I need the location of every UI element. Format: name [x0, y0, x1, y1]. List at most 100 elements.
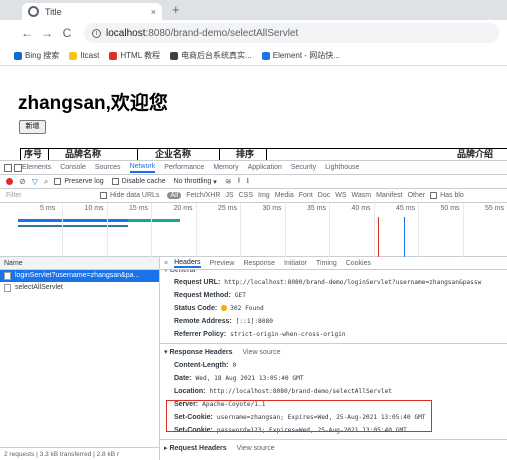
filter-type-img[interactable]: Img	[258, 192, 270, 199]
bookmark-label: Bing 搜索	[25, 51, 60, 60]
filter-type-media[interactable]: Media	[275, 192, 294, 199]
site-info-icon[interactable]: i	[92, 28, 101, 38]
close-tab-icon[interactable]: ×	[151, 7, 156, 17]
detail-tab-timing[interactable]: Timing	[316, 260, 337, 267]
search-icon[interactable]: ⌕	[44, 177, 48, 187]
forward-button[interactable]: →	[38, 26, 56, 40]
filter-type-manifest[interactable]: Manifest	[376, 192, 402, 199]
header-value: http://localhost:8080/brand-demo/selectA…	[209, 388, 393, 395]
document-icon	[4, 284, 11, 292]
checkbox-icon	[111, 178, 119, 185]
request-name: selectAllServlet	[15, 284, 63, 291]
disable-cache-label: Disable cache	[121, 178, 166, 185]
close-detail-icon[interactable]: ×	[164, 260, 168, 267]
timeline-tick-label: 50 ms	[440, 205, 460, 212]
set-cookie-highlight	[166, 400, 432, 432]
record-icon[interactable]	[6, 178, 13, 185]
devtools-tab-security[interactable]: Security	[291, 164, 316, 171]
preserve-log-checkbox[interactable]: Preserve log	[54, 178, 104, 185]
disable-cache-checkbox[interactable]: Disable cache	[111, 178, 166, 185]
header-row: Date: Wed, 18 Aug 2021 13:05:40 GMT	[160, 372, 507, 385]
filter-type-ws[interactable]: WS	[335, 192, 346, 199]
filter-type-wasm[interactable]: Wasm	[352, 192, 372, 199]
section-divider	[160, 439, 507, 440]
clear-icon[interactable]: ⊘	[19, 177, 26, 186]
devtools-tab-application[interactable]: Application	[248, 164, 282, 171]
request-row-login[interactable]: loginServlet?username=zhangsan&pa...	[0, 270, 159, 282]
detail-tab-headers[interactable]: Headers	[174, 259, 201, 268]
has-blocked-checkbox[interactable]: Has blo	[430, 192, 464, 199]
detail-tab-cookies[interactable]: Cookies	[346, 260, 371, 267]
devtools-tab-performance[interactable]: Performance	[164, 164, 204, 171]
filter-icon[interactable]: ▽	[32, 177, 38, 186]
devtools-tab-network[interactable]: Network	[129, 163, 156, 173]
view-source-link[interactable]: View source	[243, 349, 281, 356]
timeline-tick-label: 35 ms	[307, 205, 327, 212]
timeline-tick-label: 55 ms	[485, 205, 505, 212]
detail-tab-response[interactable]: Response	[243, 260, 275, 267]
detail-tab-initiator[interactable]: Initiator	[284, 260, 307, 267]
timeline-bar	[18, 219, 128, 222]
header-row: Remote Address: [::1]:8080	[160, 315, 507, 328]
header-value: [::1]:8080	[235, 318, 273, 325]
header-key: Request Method:	[174, 292, 231, 299]
throttling-select[interactable]: No throttling ▾	[174, 178, 217, 186]
checkbox-icon	[54, 178, 62, 185]
bookmark-label: 电商后台系统真实...	[181, 51, 252, 60]
response-headers-label: ▾ Response Headers	[164, 349, 233, 356]
request-row-selectall[interactable]: selectAllServlet	[0, 282, 159, 294]
inspect-element-icon[interactable]	[4, 164, 12, 172]
request-headers-section[interactable]: ▸ Request Headers View source	[160, 442, 507, 455]
bookmark-item[interactable]: Itcast	[69, 51, 99, 60]
filter-type-all[interactable]: All	[167, 192, 182, 199]
timeline-gridline	[462, 203, 464, 257]
filter-type-css[interactable]: CSS	[239, 192, 253, 199]
timeline-gridline	[284, 203, 286, 257]
bookmark-item[interactable]: HTML 教程	[109, 50, 160, 61]
filter-input[interactable]: Filter	[6, 192, 100, 199]
filter-type-other[interactable]: Other	[408, 192, 426, 199]
detail-tab-preview[interactable]: Preview	[210, 260, 235, 267]
import-icon[interactable]: ⭱	[238, 175, 241, 189]
export-icon[interactable]: ⭳	[246, 175, 249, 189]
back-button[interactable]: ←	[18, 26, 36, 40]
url-path: :8080/brand-demo/selectAllServlet	[145, 27, 299, 39]
bookmark-item[interactable]: 电商后台系统真实...	[170, 50, 252, 61]
browser-tab[interactable]: Title ×	[22, 3, 162, 20]
devtools-tab-elements[interactable]: Elements	[22, 164, 51, 171]
header-row: Request URL: http://localhost:8080/brand-…	[160, 276, 507, 289]
address-bar[interactable]: i localhost:8080/brand-demo/selectAllSer…	[84, 23, 499, 43]
filter-type-fetch-xhr[interactable]: Fetch/XHR	[186, 192, 220, 199]
devtools-tab-sources[interactable]: Sources	[95, 164, 121, 171]
name-column-header[interactable]: Name	[0, 257, 159, 270]
timeline-gridline	[418, 203, 419, 257]
hide-data-urls-checkbox[interactable]: Hide data URLs	[100, 192, 159, 199]
throttling-label: No throttling	[173, 178, 212, 185]
hide-data-urls-label: Hide data URLs	[110, 192, 160, 199]
devtools-tab-memory[interactable]: Memory	[213, 164, 238, 171]
devtools-tab-console[interactable]: Console	[60, 164, 86, 171]
timeline-tick-label: 15 ms	[129, 205, 149, 212]
bookmark-item[interactable]: Element - 网站快...	[261, 50, 340, 61]
devtools-tab-lighthouse[interactable]: Lighthouse	[325, 164, 359, 171]
new-tab-button[interactable]: +	[172, 2, 180, 17]
timeline-bar	[128, 219, 180, 222]
bookmark-item[interactable]: Bing 搜索	[14, 50, 59, 61]
network-summary: 2 requests | 3.3 kB transferred | 2.8 kB…	[0, 447, 160, 460]
network-toolbar: ⊘ ▽ ⌕ Preserve log Disable cache No thro…	[0, 175, 507, 189]
device-toolbar-icon[interactable]	[14, 164, 22, 172]
network-timeline: 5 ms 10 ms 15 ms 20 ms 25 ms 30 ms 35 ms 40 ms 4…	[0, 203, 507, 257]
filter-type-font[interactable]: Font	[299, 192, 313, 199]
response-headers-section[interactable]: ▾ Response Headers View source	[160, 346, 507, 359]
filter-type-js[interactable]: JS	[225, 192, 233, 199]
header-key: Remote Address:	[174, 318, 232, 325]
header-key: Date:	[174, 375, 192, 382]
reload-button[interactable]: C	[58, 26, 76, 40]
header-row: Request Method: GET	[160, 289, 507, 302]
header-value: 302 Found	[230, 305, 264, 312]
filter-type-doc[interactable]: Doc	[318, 192, 330, 199]
header-value: Wed, 18 Aug 2021 13:05:40 GMT	[195, 375, 304, 382]
network-conditions-icon[interactable]: ≋	[225, 177, 232, 186]
view-source-link[interactable]: View source	[237, 445, 275, 452]
add-button[interactable]: 新增	[19, 120, 46, 134]
